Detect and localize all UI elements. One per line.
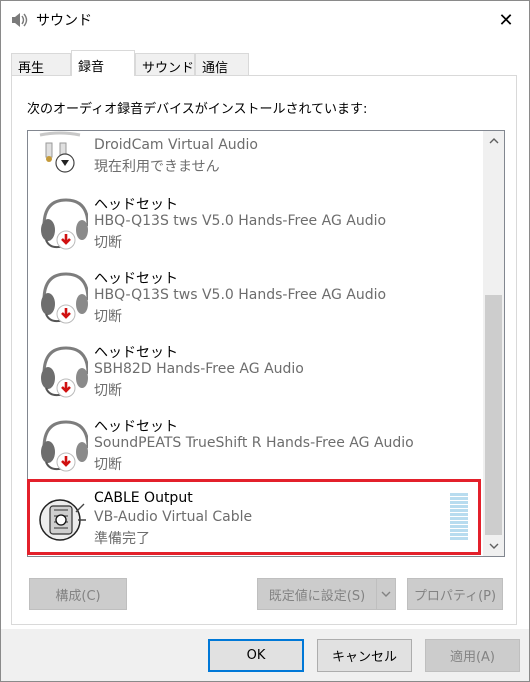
device-status: 切断 <box>94 309 122 325</box>
close-button[interactable]: ✕ <box>483 1 529 39</box>
tab-playback[interactable]: 再生 <box>11 53 71 76</box>
sound-dialog: サウンド ✕ 再生 録音 サウンド 通信 次のオーディオ録音デバイスがインストー… <box>0 0 530 682</box>
cable-icon <box>39 131 81 173</box>
apply-button[interactable]: 適用(A) <box>425 639 520 672</box>
device-name: ヘッドセット <box>94 419 178 435</box>
tab-sounds[interactable]: サウンド <box>135 53 195 76</box>
vertical-scrollbar[interactable] <box>483 131 504 556</box>
device-status: 切断 <box>94 383 122 399</box>
tab-recording[interactable]: 録音 <box>71 50 135 76</box>
chevron-down-icon <box>381 591 391 597</box>
configure-button[interactable]: 構成(C) <box>29 578 127 610</box>
scroll-down-button[interactable] <box>483 536 504 556</box>
device-detail: SBH82D Hands-Free AG Audio <box>94 361 304 377</box>
device-status: 切断 <box>94 457 122 473</box>
device-detail: SoundPEATS TrueShift R Hands-Free AG Aud… <box>94 435 414 451</box>
close-icon: ✕ <box>498 9 514 31</box>
device-status: 切断 <box>94 235 122 251</box>
device-detail: VB-Audio Virtual Cable <box>94 509 253 525</box>
set-default-dropdown[interactable] <box>376 578 396 610</box>
list-item-cable-output[interactable]: CABLE Output VB-Audio Virtual Cable 準備完了 <box>28 488 483 556</box>
tab-communications[interactable]: 通信 <box>195 53 249 76</box>
cancel-button[interactable]: キャンセル <box>317 639 412 672</box>
device-name: ヘッドセット <box>94 197 178 213</box>
virtual-cable-icon <box>39 499 86 541</box>
list-item-headset-2[interactable]: ヘッドセット HBQ-Q13S tws V5.0 Hands-Free AG A… <box>28 266 483 340</box>
list-item-headset-1[interactable]: ヘッドセット HBQ-Q13S tws V5.0 Hands-Free AG A… <box>28 192 483 266</box>
device-list[interactable]: DroidCam Virtual Audio 現在利用できません ヘッドセット … <box>27 130 505 557</box>
list-item-headset-3[interactable]: ヘッドセット SBH82D Hands-Free AG Audio 切断 <box>28 340 483 414</box>
device-name: DroidCam Virtual Audio <box>94 137 259 153</box>
chevron-up-icon <box>489 138 498 144</box>
speaker-icon <box>12 13 28 27</box>
headset-icon <box>41 198 88 250</box>
device-name: ヘッドセット <box>94 271 178 287</box>
list-item-headset-4[interactable]: ヘッドセット SoundPEATS TrueShift R Hands-Free… <box>28 414 483 488</box>
device-name: ヘッドセット <box>94 345 178 361</box>
properties-button[interactable]: プロパティ(P) <box>407 578 503 610</box>
device-detail: HBQ-Q13S tws V5.0 Hands-Free AG Audio <box>94 213 387 229</box>
set-default-button[interactable]: 既定値に設定(S) <box>257 578 377 610</box>
instruction-text: 次のオーディオ録音デバイスがインストールされています: <box>27 102 368 117</box>
chevron-down-icon <box>489 543 498 549</box>
device-name: CABLE Output <box>94 490 193 506</box>
window-title: サウンド <box>36 13 92 29</box>
headset-icon <box>41 420 88 472</box>
title-bar: サウンド ✕ <box>1 1 529 39</box>
headset-icon <box>41 272 88 324</box>
ok-button[interactable]: OK <box>208 639 304 672</box>
level-meter <box>450 493 468 543</box>
device-detail: 現在利用できません <box>94 159 220 175</box>
headset-icon <box>41 346 88 398</box>
scroll-up-button[interactable] <box>483 131 504 151</box>
device-status: 準備完了 <box>94 531 150 547</box>
device-detail: HBQ-Q13S tws V5.0 Hands-Free AG Audio <box>94 287 387 303</box>
scrollbar-thumb[interactable] <box>485 295 502 535</box>
